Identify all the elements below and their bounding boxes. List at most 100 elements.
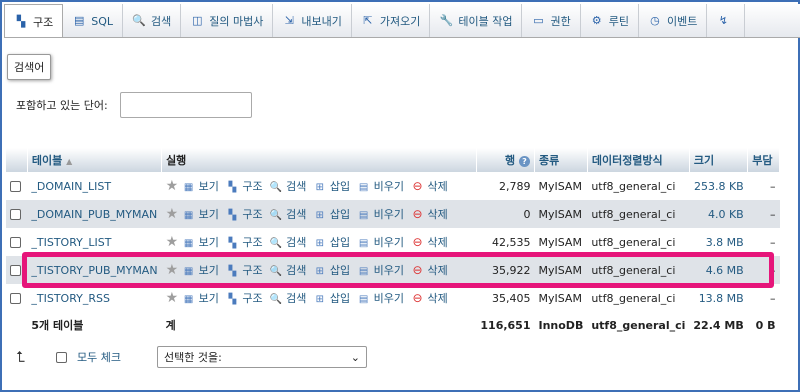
row-checkbox[interactable] — [10, 293, 21, 304]
row-size[interactable]: 253.8 KB — [689, 172, 748, 200]
header-overhead-link[interactable]: 부담 — [752, 154, 772, 167]
filter-input[interactable] — [119, 92, 252, 118]
row-checkbox[interactable] — [10, 181, 21, 192]
empty-link[interactable]: ▤ 비우기 — [357, 180, 404, 193]
drop-link[interactable]: ⊖ 삭제 — [411, 263, 448, 277]
header-table-link[interactable]: 테이블 — [32, 154, 62, 167]
search-link-label[interactable]: 검색 — [286, 236, 306, 249]
tab-privileges[interactable]: ▭ 권한 — [522, 4, 581, 37]
tab-events[interactable]: ◷ 이벤트 — [639, 4, 708, 37]
browse-link-label[interactable]: 보기 — [199, 292, 219, 305]
structure-link[interactable]: ▚ 구조 — [226, 264, 263, 277]
insert-link[interactable]: ⊞ 삽입 — [313, 208, 350, 221]
browse-link[interactable]: ▦ 보기 — [182, 180, 219, 193]
header-type[interactable]: 종류 — [534, 148, 588, 172]
with-selected-dropdown[interactable]: 선택한 것을: ⌄ — [156, 346, 367, 368]
table-row[interactable]: _DOMAIN_PUB_MYMAN ★ ▦ 보기 ▚ 구조 🔍 검색 ⊞ 삽입 ▤ 비우기 ⊖… — [6, 200, 780, 228]
empty-link[interactable]: ▤ 비우기 — [357, 208, 404, 221]
table-name[interactable]: _TISTORY_RSS — [27, 284, 162, 312]
row-size[interactable]: 13.8 MB — [689, 284, 748, 312]
drop-link-label[interactable]: 삭제 — [428, 208, 448, 221]
drop-link-label[interactable]: 삭제 — [428, 264, 448, 277]
tab-operations[interactable]: 🔧 테이블 작업 — [430, 4, 523, 37]
row-size[interactable]: 4.0 KB — [689, 200, 748, 228]
tab-import[interactable]: ⇱ 가져오기 — [352, 4, 431, 37]
table-name[interactable]: _TISTORY_PUB_MYMAN — [27, 256, 162, 284]
empty-link[interactable]: ▤ 비우기 — [357, 236, 404, 249]
insert-link[interactable]: ⊞ 삽입 — [313, 264, 350, 277]
row-size[interactable]: 3.8 MB — [689, 228, 748, 256]
structure-link-label[interactable]: 구조 — [242, 236, 262, 249]
table-name[interactable]: _TISTORY_LIST — [27, 228, 162, 256]
tab-routines[interactable]: ⚙ 루틴 — [581, 4, 639, 37]
drop-link[interactable]: ⊖ 삭제 — [411, 291, 448, 305]
insert-link-label[interactable]: 삽입 — [330, 180, 350, 193]
structure-link-label[interactable]: 구조 — [242, 292, 262, 305]
table-row[interactable]: _TISTORY_RSS ★ ▦ 보기 ▚ 구조 🔍 검색 ⊞ 삽입 ▤ 비우기 ⊖ 삭제 35… — [6, 284, 780, 312]
tab-search[interactable]: 🔍 검색 — [123, 4, 182, 37]
empty-link-label[interactable]: 비우기 — [374, 208, 404, 221]
structure-link-label[interactable]: 구조 — [242, 208, 262, 221]
empty-link-label[interactable]: 비우기 — [374, 264, 404, 277]
structure-link[interactable]: ▚ 구조 — [226, 292, 263, 305]
tab-query[interactable]: ◫ 질의 마법사 — [181, 4, 274, 37]
search-link[interactable]: 🔍 검색 — [270, 236, 306, 249]
structure-link[interactable]: ▚ 구조 — [226, 180, 263, 193]
empty-link[interactable]: ▤ 비우기 — [357, 292, 404, 305]
tab-export[interactable]: ⇲ 내보내기 — [273, 4, 352, 37]
drop-link-label[interactable]: 삭제 — [428, 180, 448, 193]
check-all-checkbox[interactable] — [56, 351, 67, 363]
empty-link-label[interactable]: 비우기 — [374, 180, 404, 193]
header-rows-link[interactable]: 행 — [505, 154, 515, 167]
browse-link[interactable]: ▦ 보기 — [182, 236, 219, 249]
browse-link-label[interactable]: 보기 — [199, 180, 219, 193]
check-all-label[interactable]: 모두 체크 — [77, 349, 121, 365]
search-link-label[interactable]: 검색 — [286, 180, 306, 193]
table-name[interactable]: _DOMAIN_PUB_MYMAN — [27, 200, 162, 228]
header-collation-link[interactable]: 데이터정렬방식 — [592, 154, 663, 167]
insert-link-label[interactable]: 삽입 — [330, 264, 350, 277]
row-checkbox[interactable] — [10, 265, 21, 276]
favorite-star-icon[interactable]: ★ — [166, 206, 179, 222]
row-checkbox[interactable] — [10, 237, 21, 248]
browse-link[interactable]: ▦ 보기 — [182, 264, 219, 277]
header-type-link[interactable]: 종류 — [539, 154, 559, 167]
structure-link-label[interactable]: 구조 — [242, 180, 262, 193]
search-link-label[interactable]: 검색 — [286, 292, 306, 305]
favorite-star-icon[interactable]: ★ — [166, 178, 179, 194]
browse-link-label[interactable]: 보기 — [199, 208, 219, 221]
browse-link[interactable]: ▦ 보기 — [182, 292, 219, 305]
structure-link[interactable]: ▚ 구조 — [226, 208, 263, 221]
drop-link[interactable]: ⊖ 삭제 — [411, 207, 448, 221]
drop-link-label[interactable]: 삭제 — [428, 292, 448, 305]
search-link-label[interactable]: 검색 — [286, 208, 306, 221]
header-rows[interactable]: 행 ? — [476, 148, 536, 172]
drop-link[interactable]: ⊖ 삭제 — [411, 179, 448, 193]
tab-triggers[interactable]: ↯ — [707, 4, 746, 37]
row-checkbox[interactable] — [10, 209, 21, 220]
insert-link[interactable]: ⊞ 삽입 — [313, 236, 350, 249]
browse-link-label[interactable]: 보기 — [199, 264, 219, 277]
search-link[interactable]: 🔍 검색 — [270, 180, 306, 193]
empty-link-label[interactable]: 비우기 — [374, 292, 404, 305]
search-link[interactable]: 🔍 검색 — [270, 208, 306, 221]
header-size[interactable]: 크기 — [689, 148, 749, 172]
favorite-star-icon[interactable]: ★ — [166, 234, 179, 250]
tab-sql[interactable]: ▤ SQL — [63, 4, 124, 37]
empty-link[interactable]: ▤ 비우기 — [357, 264, 404, 277]
favorite-star-icon[interactable]: ★ — [166, 290, 179, 306]
tab-structure[interactable]: ▚ 구조 — [4, 4, 64, 37]
insert-link[interactable]: ⊞ 삽입 — [313, 292, 350, 305]
table-row[interactable]: _TISTORY_LIST ★ ▦ 보기 ▚ 구조 🔍 검색 ⊞ 삽입 ▤ 비우기 ⊖ 삭제 4… — [6, 228, 780, 256]
header-overhead[interactable]: 부담 — [747, 148, 780, 172]
insert-link[interactable]: ⊞ 삽입 — [313, 180, 350, 193]
search-link-label[interactable]: 검색 — [286, 264, 306, 277]
table-row[interactable]: _TISTORY_PUB_MYMAN ★ ▦ 보기 ▚ 구조 🔍 검색 ⊞ 삽입 ▤ 비우기… — [6, 256, 780, 284]
drop-link-label[interactable]: 삭제 — [428, 236, 448, 249]
structure-link[interactable]: ▚ 구조 — [226, 236, 263, 249]
browse-link-label[interactable]: 보기 — [199, 236, 219, 249]
insert-link-label[interactable]: 삽입 — [330, 208, 350, 221]
help-icon[interactable]: ? — [519, 156, 530, 167]
table-name[interactable]: _DOMAIN_LIST — [27, 172, 162, 200]
browse-link[interactable]: ▦ 보기 — [182, 208, 219, 221]
